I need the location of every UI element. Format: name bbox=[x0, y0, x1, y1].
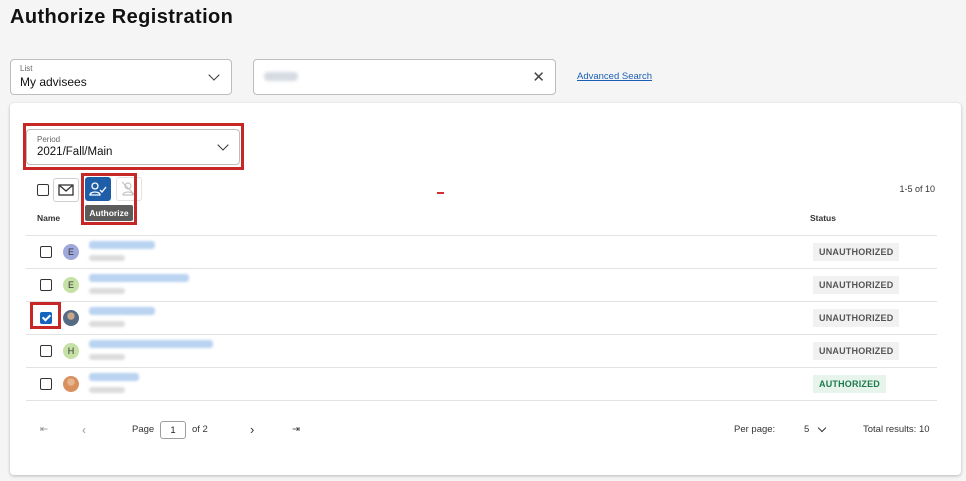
search-input[interactable]: ✕ bbox=[253, 59, 556, 95]
student-id-redacted bbox=[89, 255, 125, 261]
period-select-value: 2021/Fall/Main bbox=[37, 146, 113, 158]
table-row[interactable]: H UNAUTHORIZED bbox=[26, 334, 937, 367]
list-select[interactable]: List My advisees bbox=[10, 59, 232, 95]
page-label: Page bbox=[132, 424, 155, 435]
row-checkbox[interactable] bbox=[40, 378, 52, 390]
select-all-checkbox[interactable] bbox=[37, 184, 49, 196]
row-checkbox[interactable] bbox=[40, 279, 52, 291]
page-total-label: of 2 bbox=[192, 424, 208, 435]
red-mark bbox=[437, 192, 444, 194]
chevron-down-icon bbox=[217, 139, 229, 151]
student-name-redacted[interactable] bbox=[89, 274, 189, 282]
student-name-redacted[interactable] bbox=[89, 373, 139, 381]
status-badge: UNAUTHORIZED bbox=[813, 243, 900, 261]
status-badge: UNAUTHORIZED bbox=[813, 342, 900, 360]
avatar: E bbox=[63, 277, 79, 293]
envelope-icon bbox=[58, 184, 74, 196]
table-row[interactable]: E UNAUTHORIZED bbox=[26, 235, 937, 268]
per-page-select[interactable]: 5 bbox=[804, 424, 809, 435]
avatar: E bbox=[63, 244, 79, 260]
page-title: Authorize Registration bbox=[10, 6, 234, 28]
search-value-redacted bbox=[264, 72, 298, 81]
list-select-value: My advisees bbox=[20, 75, 87, 89]
student-id-redacted bbox=[89, 321, 125, 327]
student-id-redacted bbox=[89, 387, 125, 393]
next-page-icon[interactable]: › bbox=[250, 422, 254, 437]
prev-page-icon[interactable]: ‹ bbox=[82, 423, 86, 437]
period-select-label: Period bbox=[37, 135, 61, 144]
table-bottom-divider bbox=[26, 400, 937, 401]
list-select-label: List bbox=[20, 64, 33, 73]
avatar-photo bbox=[63, 310, 79, 326]
table-row[interactable]: E UNAUTHORIZED bbox=[26, 268, 937, 301]
avatar-photo bbox=[63, 376, 79, 392]
advanced-search-link[interactable]: Advanced Search bbox=[577, 71, 652, 82]
student-id-redacted bbox=[89, 288, 125, 294]
avatar: H bbox=[63, 343, 79, 359]
per-page-label: Per page: bbox=[734, 424, 776, 435]
highlight-frame-checkbox bbox=[30, 302, 61, 329]
page-number-input[interactable]: 1 bbox=[160, 421, 186, 439]
status-badge: UNAUTHORIZED bbox=[813, 276, 900, 294]
column-header-status: Status bbox=[810, 213, 836, 223]
result-count: 1-5 of 10 bbox=[899, 184, 935, 194]
status-badge: AUTHORIZED bbox=[813, 375, 886, 393]
student-name-redacted[interactable] bbox=[89, 340, 213, 348]
chevron-down-icon bbox=[208, 69, 220, 81]
last-page-icon[interactable]: ⇥ bbox=[292, 424, 300, 435]
results-card: Period 2021/Fall/Main Authorize 1-5 of 1… bbox=[10, 103, 961, 475]
table-row[interactable]: AUTHORIZED bbox=[26, 367, 937, 400]
column-header-name: Name bbox=[37, 213, 61, 223]
authorize-tooltip: Authorize bbox=[85, 205, 133, 221]
row-checkbox[interactable] bbox=[40, 246, 52, 258]
chevron-down-icon[interactable] bbox=[817, 423, 827, 433]
student-name-redacted[interactable] bbox=[89, 307, 155, 315]
clear-icon[interactable]: ✕ bbox=[532, 68, 545, 86]
total-results: Total results: 10 bbox=[863, 424, 930, 435]
email-button[interactable] bbox=[53, 178, 79, 202]
period-select[interactable]: Period 2021/Fall/Main bbox=[26, 129, 240, 165]
student-id-redacted bbox=[89, 354, 125, 360]
first-page-icon[interactable]: ⇤ bbox=[40, 424, 48, 435]
student-name-redacted[interactable] bbox=[89, 241, 155, 249]
status-badge: UNAUTHORIZED bbox=[813, 309, 900, 327]
row-checkbox[interactable] bbox=[40, 345, 52, 357]
table-row[interactable]: UNAUTHORIZED bbox=[26, 301, 937, 334]
